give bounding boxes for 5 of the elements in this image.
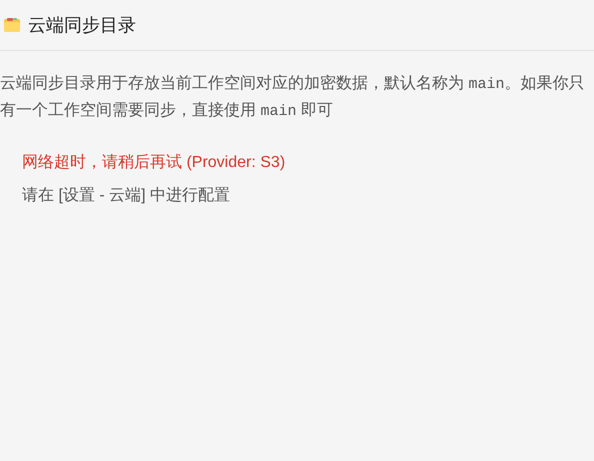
description-text: 云端同步目录用于存放当前工作空间对应的加密数据，默认名称为 main。如果你只有一个工作空间需要同步，直接使用 main 即可 bbox=[0, 74, 586, 122]
error-message: 网络超时，请稍后再试 (Provider: S3) bbox=[22, 154, 286, 171]
page-title: 云端同步目录 bbox=[28, 14, 136, 37]
folder-icon bbox=[4, 18, 20, 32]
info-message: 请在 [设置 - 云端] 中进行配置 bbox=[22, 187, 230, 204]
